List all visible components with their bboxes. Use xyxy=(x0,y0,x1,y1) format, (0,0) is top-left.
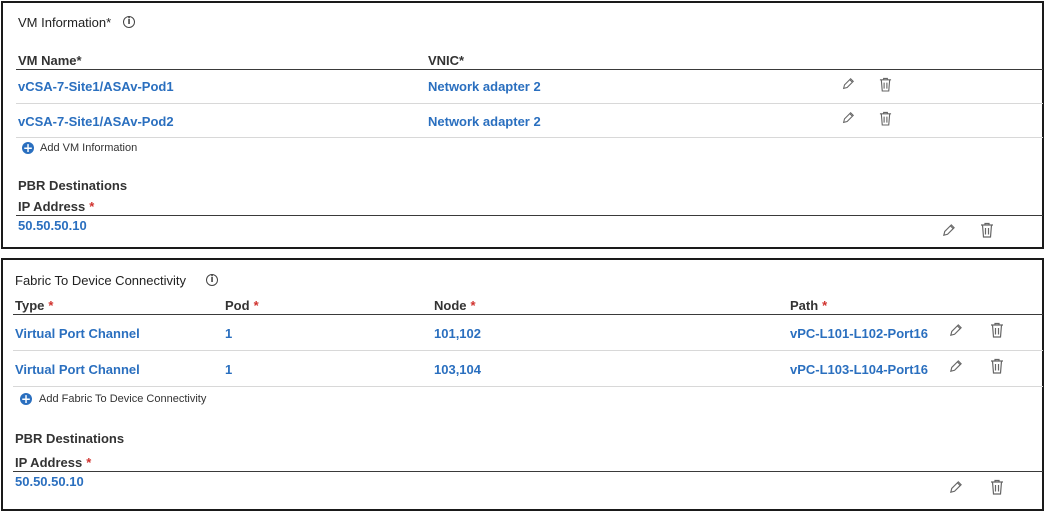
type-cell[interactable]: Virtual Port Channel xyxy=(15,326,140,341)
node-cell[interactable]: 103,104 xyxy=(434,362,481,377)
vm-name-cell[interactable]: vCSA-7-Site1/ASAv-Pod1 xyxy=(18,79,174,94)
row-divider xyxy=(16,137,1043,138)
node-label: Node xyxy=(434,298,467,313)
row-divider xyxy=(13,386,1043,387)
column-header-vnic: VNIC* xyxy=(428,53,465,68)
column-header-ip-address: IP Address * xyxy=(18,199,94,214)
vnic-cell[interactable]: Network adapter 2 xyxy=(428,79,541,94)
required-mark: * xyxy=(48,298,54,313)
header-divider xyxy=(16,215,1043,216)
pod-cell[interactable]: 1 xyxy=(225,362,232,377)
column-header-node: Node * xyxy=(434,298,476,313)
required-mark: * xyxy=(253,298,259,313)
vnic-cell[interactable]: Network adapter 2 xyxy=(428,114,541,129)
type-label: Type xyxy=(15,298,45,313)
column-header-path: Path * xyxy=(790,298,827,313)
trash-icon[interactable] xyxy=(879,77,892,92)
trash-icon[interactable] xyxy=(980,222,994,238)
pod-cell[interactable]: 1 xyxy=(225,326,232,341)
pencil-icon[interactable] xyxy=(948,323,963,338)
ip-address-value[interactable]: 50.50.50.10 xyxy=(18,218,87,233)
required-mark: * xyxy=(470,298,476,313)
column-header-pod: Pod * xyxy=(225,298,259,313)
fabric-connectivity-title: Fabric To Device Connectivity xyxy=(15,273,186,288)
plus-circle-icon[interactable]: + xyxy=(22,142,34,154)
vm-name-cell[interactable]: vCSA-7-Site1/ASAv-Pod2 xyxy=(18,114,174,129)
required-mark: * xyxy=(822,298,828,313)
type-cell[interactable]: Virtual Port Channel xyxy=(15,362,140,377)
add-vm-information-button[interactable]: Add VM Information xyxy=(40,142,137,154)
vm-information-panel: VM Information* i VM Name* VNIC* vCSA-7-… xyxy=(1,1,1044,249)
row-divider xyxy=(16,103,1043,104)
trash-icon[interactable] xyxy=(879,111,892,126)
ip-address-label: IP Address xyxy=(15,455,83,470)
info-icon[interactable]: i xyxy=(123,16,135,28)
path-cell[interactable]: vPC-L101-L102-Port16 xyxy=(790,326,928,341)
ip-address-value[interactable]: 50.50.50.10 xyxy=(15,474,84,489)
ip-address-label: IP Address xyxy=(18,199,86,214)
plus-circle-icon[interactable]: + xyxy=(20,393,32,405)
header-divider xyxy=(13,314,1043,315)
path-label: Path xyxy=(790,298,819,313)
path-cell[interactable]: vPC-L103-L104-Port16 xyxy=(790,362,928,377)
pbr-destinations-title: PBR Destinations xyxy=(15,431,125,446)
trash-icon[interactable] xyxy=(990,358,1004,374)
trash-icon[interactable] xyxy=(990,322,1004,338)
column-header-ip-address: IP Address * xyxy=(15,455,91,470)
required-mark: * xyxy=(89,199,95,214)
pencil-icon[interactable] xyxy=(841,111,855,125)
header-divider xyxy=(16,69,1043,70)
add-fabric-connectivity-button[interactable]: Add Fabric To Device Connectivity xyxy=(39,393,206,405)
row-divider xyxy=(13,350,1043,351)
pencil-icon[interactable] xyxy=(948,480,963,495)
trash-icon[interactable] xyxy=(990,479,1004,495)
pencil-icon[interactable] xyxy=(941,223,956,238)
pbr-destinations-title: PBR Destinations xyxy=(18,178,128,193)
column-header-type: Type * xyxy=(15,298,53,313)
info-icon[interactable]: i xyxy=(206,274,218,286)
column-header-vm-name: VM Name* xyxy=(18,53,82,68)
node-cell[interactable]: 101,102 xyxy=(434,326,481,341)
vm-information-title: VM Information* xyxy=(18,15,112,30)
fabric-connectivity-panel: Fabric To Device Connectivity i Type * Po… xyxy=(1,258,1044,511)
pod-label: Pod xyxy=(225,298,250,313)
pencil-icon[interactable] xyxy=(841,77,855,91)
header-divider xyxy=(13,471,1043,472)
required-mark: * xyxy=(86,455,92,470)
pencil-icon[interactable] xyxy=(948,359,963,374)
